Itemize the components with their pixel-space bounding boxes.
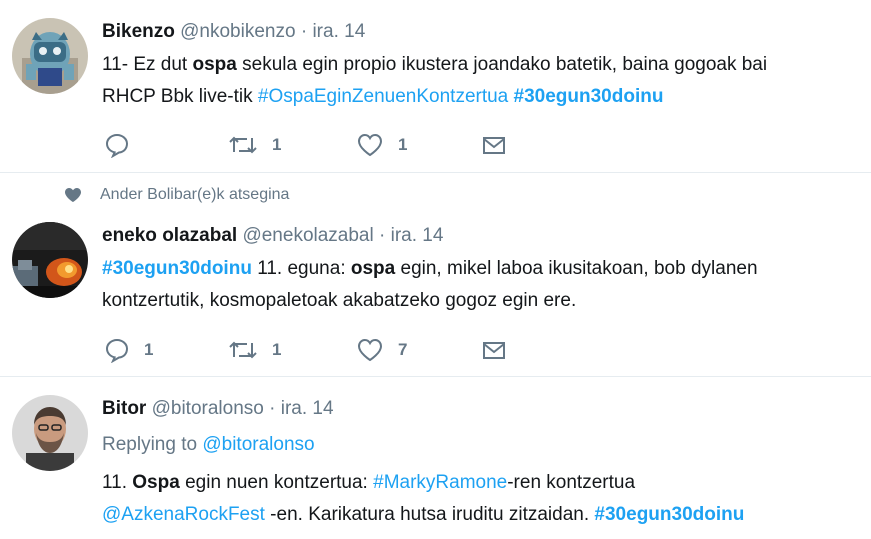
hashtag-link[interactable]: #30egun30doinu bbox=[594, 504, 744, 525]
retweet-button[interactable]: 1 bbox=[228, 335, 281, 365]
search-term-highlight: ospa bbox=[350, 258, 396, 279]
avatar[interactable] bbox=[12, 395, 88, 471]
replying-to-label: Replying to bbox=[102, 434, 203, 455]
text-segment: RHCP Bbk live-tik bbox=[102, 86, 258, 107]
user-handle[interactable]: @enekolazabal bbox=[242, 225, 373, 246]
user-handle[interactable]: @nkobikenzo bbox=[180, 21, 295, 42]
like-button[interactable]: 1 bbox=[356, 130, 407, 160]
tweet-text: 11. Ospa egin nuen kontzertua: #MarkyRam… bbox=[102, 467, 867, 531]
hashtag-link[interactable]: #OspaEginZenuenKontzertua bbox=[258, 86, 508, 107]
mention-link[interactable]: @AzkenaRockFest bbox=[102, 504, 265, 525]
heart-icon bbox=[65, 188, 81, 202]
tweet-text-line: RHCP Bbk live-tik #OspaEginZenuenKontzer… bbox=[102, 81, 867, 113]
text-segment: 11. bbox=[102, 472, 133, 493]
retweet-button[interactable]: 1 bbox=[228, 130, 281, 160]
avatar[interactable] bbox=[12, 18, 88, 94]
separator-dot: · bbox=[269, 398, 276, 419]
text-segment: 11- Ez dut bbox=[102, 54, 193, 75]
replying-to: Replying to @bitoralonso bbox=[102, 434, 315, 456]
retweet-count: 1 bbox=[272, 135, 282, 154]
heart-icon bbox=[357, 338, 383, 362]
heart-icon bbox=[357, 133, 383, 157]
text-segment: egin, mikel laboa ikusitakoan, bob dylan… bbox=[395, 258, 758, 279]
direct-message-button[interactable] bbox=[480, 335, 508, 365]
retweet-icon bbox=[229, 341, 257, 359]
separator-dot: · bbox=[379, 225, 386, 246]
avatar-robot-image bbox=[12, 18, 88, 94]
hashtag-link[interactable]: #30egun30doinu bbox=[514, 86, 664, 107]
hashtag-link[interactable]: #MarkyRamone bbox=[373, 472, 507, 493]
reply-icon bbox=[105, 133, 129, 158]
tweet-text-line: 11. Ospa egin nuen kontzertua: #MarkyRam… bbox=[102, 467, 867, 499]
display-name[interactable]: Bitor bbox=[102, 398, 146, 419]
search-term-highlight: ospa bbox=[192, 54, 237, 75]
tweet-header: Bitor @bitoralonso · ira. 14 bbox=[102, 398, 334, 420]
tweet-header: eneko olazabal @enekolazabal · ira. 14 bbox=[102, 225, 443, 247]
text-segment: egin nuen kontzertua: bbox=[179, 472, 374, 493]
user-handle[interactable]: @bitoralonso bbox=[152, 398, 264, 419]
liked-by-text[interactable]: Ander Bolibar(e)k atsegina bbox=[100, 186, 289, 204]
tweet-text: 11- Ez dut ospa sekula egin propio ikust… bbox=[102, 49, 867, 113]
text-segment: -en. Karikatura hutsa iruditu zitzaidan. bbox=[264, 504, 595, 525]
divider bbox=[0, 376, 871, 377]
like-count: 1 bbox=[398, 135, 408, 154]
display-name[interactable]: eneko olazabal bbox=[102, 225, 237, 246]
reply-button[interactable]: 1 bbox=[104, 335, 153, 365]
reply-count: 1 bbox=[144, 340, 154, 359]
tweet-text: #30egun30doinu 11. eguna: ospa egin, mik… bbox=[102, 253, 867, 317]
divider bbox=[0, 172, 871, 173]
text-segment: sekula egin propio ikustera joandako bat… bbox=[236, 54, 768, 75]
envelope-icon bbox=[483, 342, 505, 359]
tweet-date[interactable]: ira. 14 bbox=[281, 398, 334, 419]
like-count: 7 bbox=[398, 340, 408, 359]
reply-button[interactable] bbox=[104, 130, 144, 160]
retweet-count: 1 bbox=[272, 340, 282, 359]
text-segment: 11. eguna: bbox=[251, 258, 351, 279]
replying-to-link[interactable]: @bitoralonso bbox=[202, 434, 314, 455]
retweet-icon bbox=[229, 136, 257, 154]
tweet-text-line: #30egun30doinu 11. eguna: ospa egin, mik… bbox=[102, 253, 867, 285]
social-context: Ander Bolibar(e)k atsegina bbox=[64, 186, 289, 204]
tweet-date[interactable]: ira. 14 bbox=[312, 21, 365, 42]
direct-message-button[interactable] bbox=[480, 130, 508, 160]
tweet-text-line: 11- Ez dut ospa sekula egin propio ikust… bbox=[102, 49, 867, 81]
hashtag-link[interactable]: #30egun30doinu bbox=[102, 258, 252, 279]
text-segment: -ren kontzertua bbox=[507, 472, 636, 493]
search-term-highlight: Ospa bbox=[132, 472, 180, 493]
avatar[interactable] bbox=[12, 222, 88, 298]
separator-dot: · bbox=[300, 21, 308, 42]
avatar-fire-image bbox=[12, 222, 88, 298]
tweet-header: Bikenzo @nkobikenzo · ira. 14 bbox=[102, 21, 365, 43]
tweet-text-line: @AzkenaRockFest -en. Karikatura hutsa ir… bbox=[102, 499, 867, 531]
like-button[interactable]: 7 bbox=[356, 335, 407, 365]
envelope-icon bbox=[483, 137, 505, 154]
tweet-date[interactable]: ira. 14 bbox=[391, 225, 444, 246]
display-name[interactable]: Bikenzo bbox=[102, 21, 175, 42]
tweet-text-line: kontzertutik, kosmopaletoak akabatzeko g… bbox=[102, 290, 577, 311]
reply-icon bbox=[105, 338, 129, 363]
avatar-photo-image bbox=[12, 395, 88, 471]
